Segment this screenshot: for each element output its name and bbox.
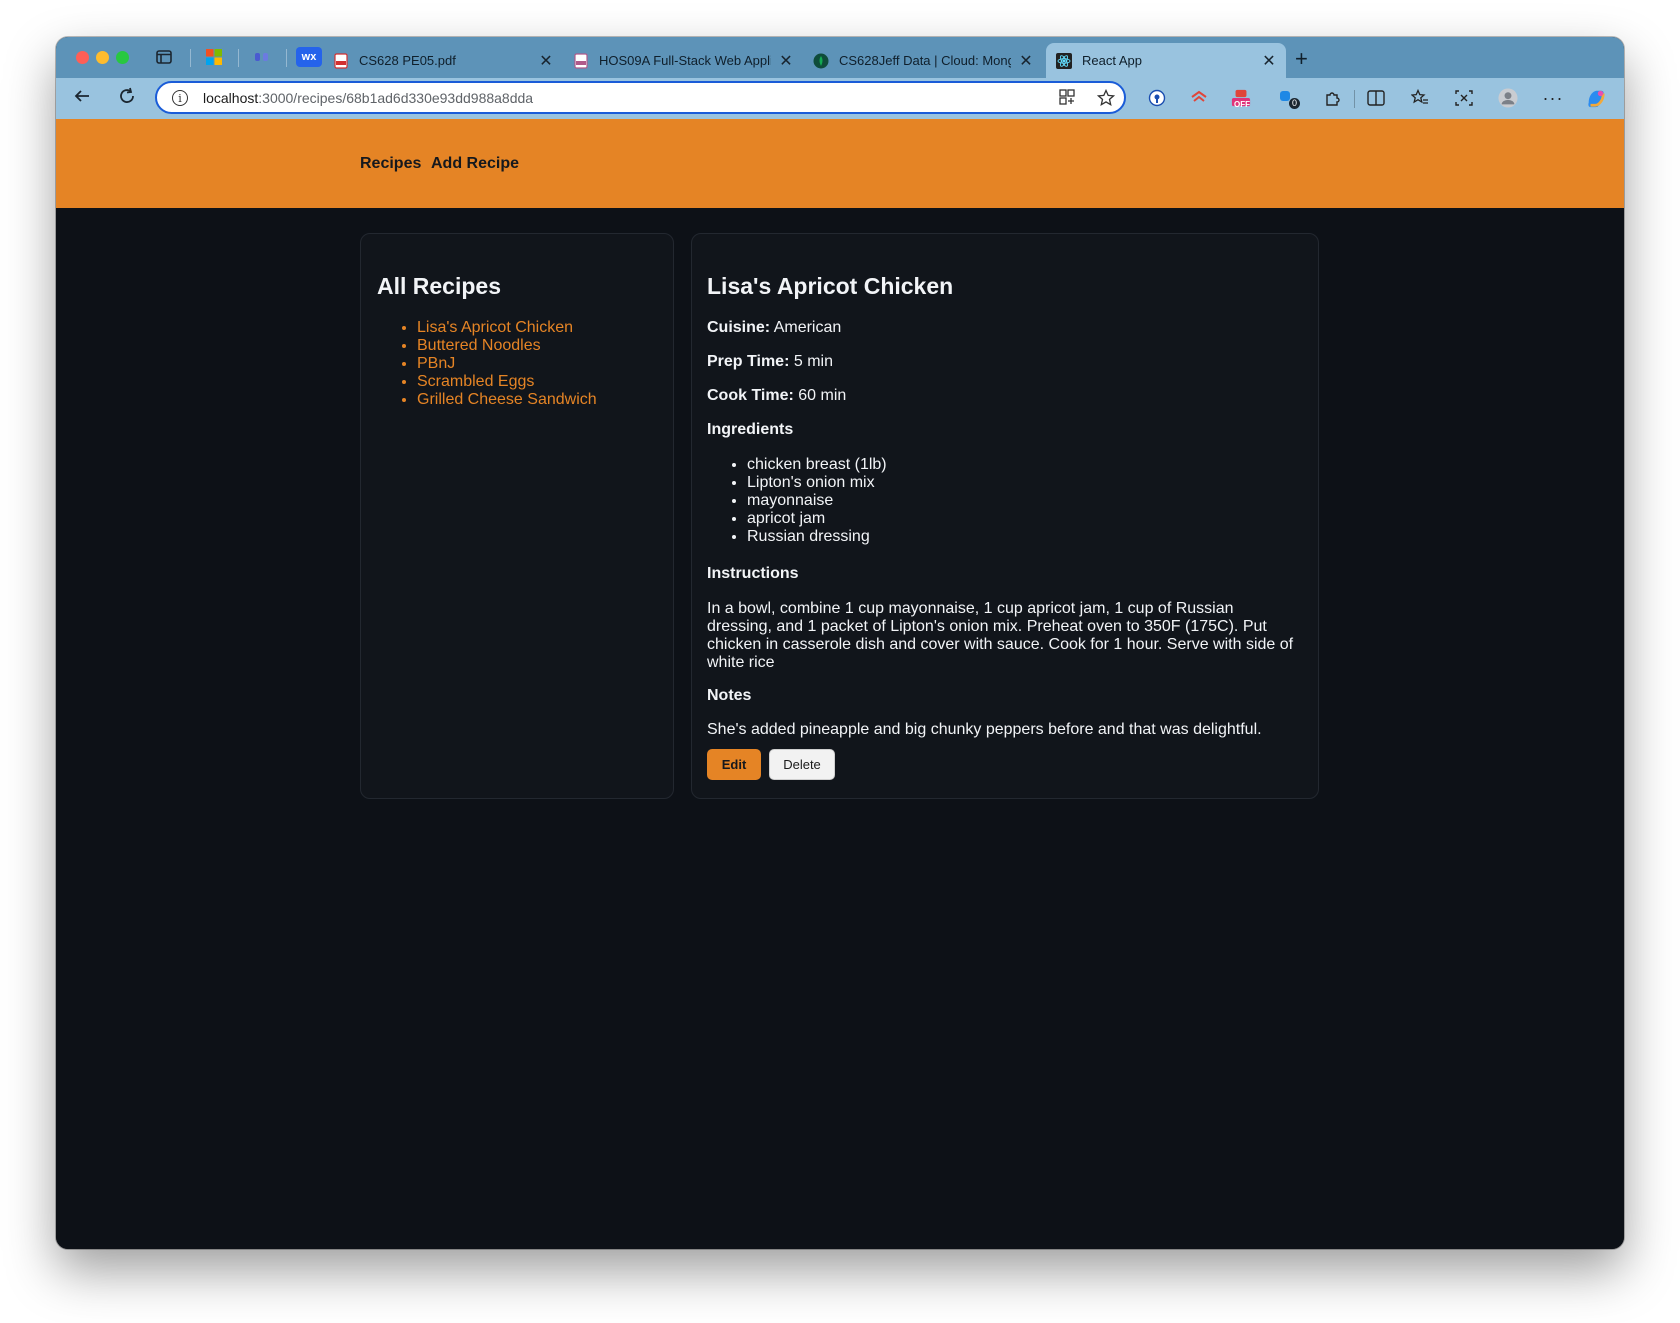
recipe-list-card: All Recipes Lisa's Apricot ChickenButter… [360, 233, 674, 799]
recipe-list-item: Scrambled Eggs [417, 373, 597, 391]
nav-recipes-link[interactable]: Recipes [360, 155, 421, 173]
new-tab-plus-icon[interactable]: + [1295, 46, 1308, 72]
recipe-list-item: Buttered Noodles [417, 337, 597, 355]
ingredient-item: chicken breast (1lb) [747, 456, 887, 474]
maximize-window-button[interactable] [116, 51, 129, 64]
tab-title: CS628Jeff Data | Cloud: Mongo [839, 53, 1011, 68]
react-icon [1056, 52, 1072, 69]
page-viewport: Recipes Add Recipe All Recipes Lisa's Ap… [56, 119, 1624, 1249]
recipe-list-item: Lisa's Apricot Chicken [417, 319, 597, 337]
address-toolbar: i localhost:3000/recipes/68b1ad6d330e93d… [56, 78, 1624, 119]
cook-time-value: 60 min [798, 387, 847, 404]
recipe-link[interactable]: Buttered Noodles [417, 337, 541, 354]
reload-icon[interactable] [117, 86, 137, 112]
close-icon[interactable]: ✕ [779, 51, 793, 71]
close-window-button[interactable] [76, 51, 89, 64]
profile-avatar-icon[interactable] [1498, 88, 1518, 108]
recipe-title: Lisa's Apricot Chicken [707, 273, 954, 299]
recipe-list: Lisa's Apricot ChickenButtered NoodlesPB… [401, 319, 597, 409]
tab-title: React App [1082, 53, 1142, 68]
nav-add-recipe-link[interactable]: Add Recipe [431, 155, 519, 173]
more-menu-icon[interactable]: ··· [1543, 88, 1563, 108]
copilot-icon[interactable] [1586, 88, 1606, 108]
close-icon[interactable]: ✕ [1262, 51, 1276, 71]
all-recipes-heading: All Recipes [377, 273, 501, 299]
prep-time-row: Prep Time: 5 min [707, 353, 833, 371]
close-icon[interactable]: ✕ [539, 51, 553, 71]
cook-time-row: Cook Time: 60 min [707, 387, 846, 405]
cuisine-row: Cuisine: American [707, 319, 841, 337]
ext-off-label: OFF [1234, 100, 1250, 109]
back-arrow-icon[interactable] [72, 86, 92, 112]
recipe-link[interactable]: PBnJ [417, 355, 455, 372]
url-text: localhost:3000/recipes/68b1ad6d330e93dd9… [203, 90, 533, 106]
recipe-detail-card: Lisa's Apricot Chicken Cuisine: American… [691, 233, 1319, 799]
minimize-window-button[interactable] [96, 51, 109, 64]
address-bar[interactable]: i localhost:3000/recipes/68b1ad6d330e93d… [155, 81, 1126, 114]
prep-time-value: 5 min [793, 353, 833, 370]
grammar-extension-icon[interactable] [1189, 88, 1209, 108]
tab-react-app[interactable]: React App ✕ [1046, 43, 1286, 78]
counter-extension-icon[interactable]: 0 [1277, 88, 1301, 109]
site-info-icon[interactable]: i [172, 89, 188, 106]
recipe-link[interactable]: Lisa's Apricot Chicken [417, 319, 573, 336]
prep-time-label: Prep Time: [707, 353, 790, 370]
edit-button[interactable]: Edit [707, 749, 761, 780]
url-host: localhost [203, 89, 259, 106]
recipe-list-item: Grilled Cheese Sandwich [417, 391, 597, 409]
delete-button[interactable]: Delete [769, 749, 835, 780]
cuisine-label: Cuisine: [707, 319, 771, 336]
ingredient-item: apricot jam [747, 510, 887, 528]
notes-heading: Notes [707, 687, 752, 704]
tab-actions-icon[interactable] [155, 47, 173, 67]
tab-title: HOS09A Full-Stack Web Applic [599, 53, 771, 68]
ingredient-item: mayonnaise [747, 492, 887, 510]
tab-strip: wx CS628 PE05.pdf ✕ HOS09A Full-Stack We… [56, 37, 1624, 78]
screenshot-icon[interactable] [1454, 88, 1474, 108]
favorites-icon[interactable] [1410, 88, 1430, 108]
app-available-icon[interactable] [1059, 89, 1075, 110]
pdf-icon [573, 52, 589, 69]
ingredients-heading: Ingredients [707, 421, 794, 438]
ingredients-list: chicken breast (1lb)Lipton's onion mixma… [731, 456, 887, 546]
recipe-link[interactable]: Scrambled Eggs [417, 373, 534, 390]
copilot-tab-icon[interactable] [253, 47, 271, 67]
mongodb-leaf-icon [813, 53, 829, 69]
tab-mongodb-cloud[interactable]: CS628Jeff Data | Cloud: Mongo ✕ [803, 43, 1043, 78]
wx-tab-icon[interactable]: wx [296, 47, 322, 67]
notes-text: She's added pineapple and big chunky pep… [707, 721, 1262, 738]
cuisine-value: American [773, 319, 842, 336]
pdf-icon [333, 52, 349, 69]
favorite-star-icon[interactable] [1096, 88, 1116, 112]
tab-title: CS628 PE05.pdf [359, 53, 456, 68]
tab-hos09a[interactable]: HOS09A Full-Stack Web Applic ✕ [563, 43, 803, 78]
wx-label: wx [301, 51, 317, 63]
extensions-puzzle-icon[interactable] [1322, 88, 1342, 108]
instructions-heading: Instructions [707, 565, 799, 582]
instructions-text: In a bowl, combine 1 cup mayonnaise, 1 c… [707, 600, 1294, 671]
recipe-list-item: PBnJ [417, 355, 597, 373]
tab-cs628-pe05[interactable]: CS628 PE05.pdf ✕ [323, 43, 563, 78]
cook-time-label: Cook Time: [707, 387, 794, 404]
app-navbar: Recipes Add Recipe [56, 119, 1624, 208]
recipe-link[interactable]: Grilled Cheese Sandwich [417, 391, 597, 408]
extension-badge-count: 0 [1289, 98, 1301, 109]
ingredient-item: Lipton's onion mix [747, 474, 887, 492]
password-manager-icon[interactable] [1147, 88, 1167, 108]
split-screen-icon[interactable] [1366, 88, 1386, 108]
ingredient-item: Russian dressing [747, 528, 887, 546]
close-icon[interactable]: ✕ [1019, 51, 1033, 71]
url-path: :3000/recipes/68b1ad6d330e93dd988a8dda [258, 89, 534, 106]
ext-off-icon[interactable]: OFF [1231, 88, 1251, 109]
microsoft-tab-icon[interactable] [205, 47, 223, 67]
browser-window: wx CS628 PE05.pdf ✕ HOS09A Full-Stack We… [56, 37, 1624, 1249]
